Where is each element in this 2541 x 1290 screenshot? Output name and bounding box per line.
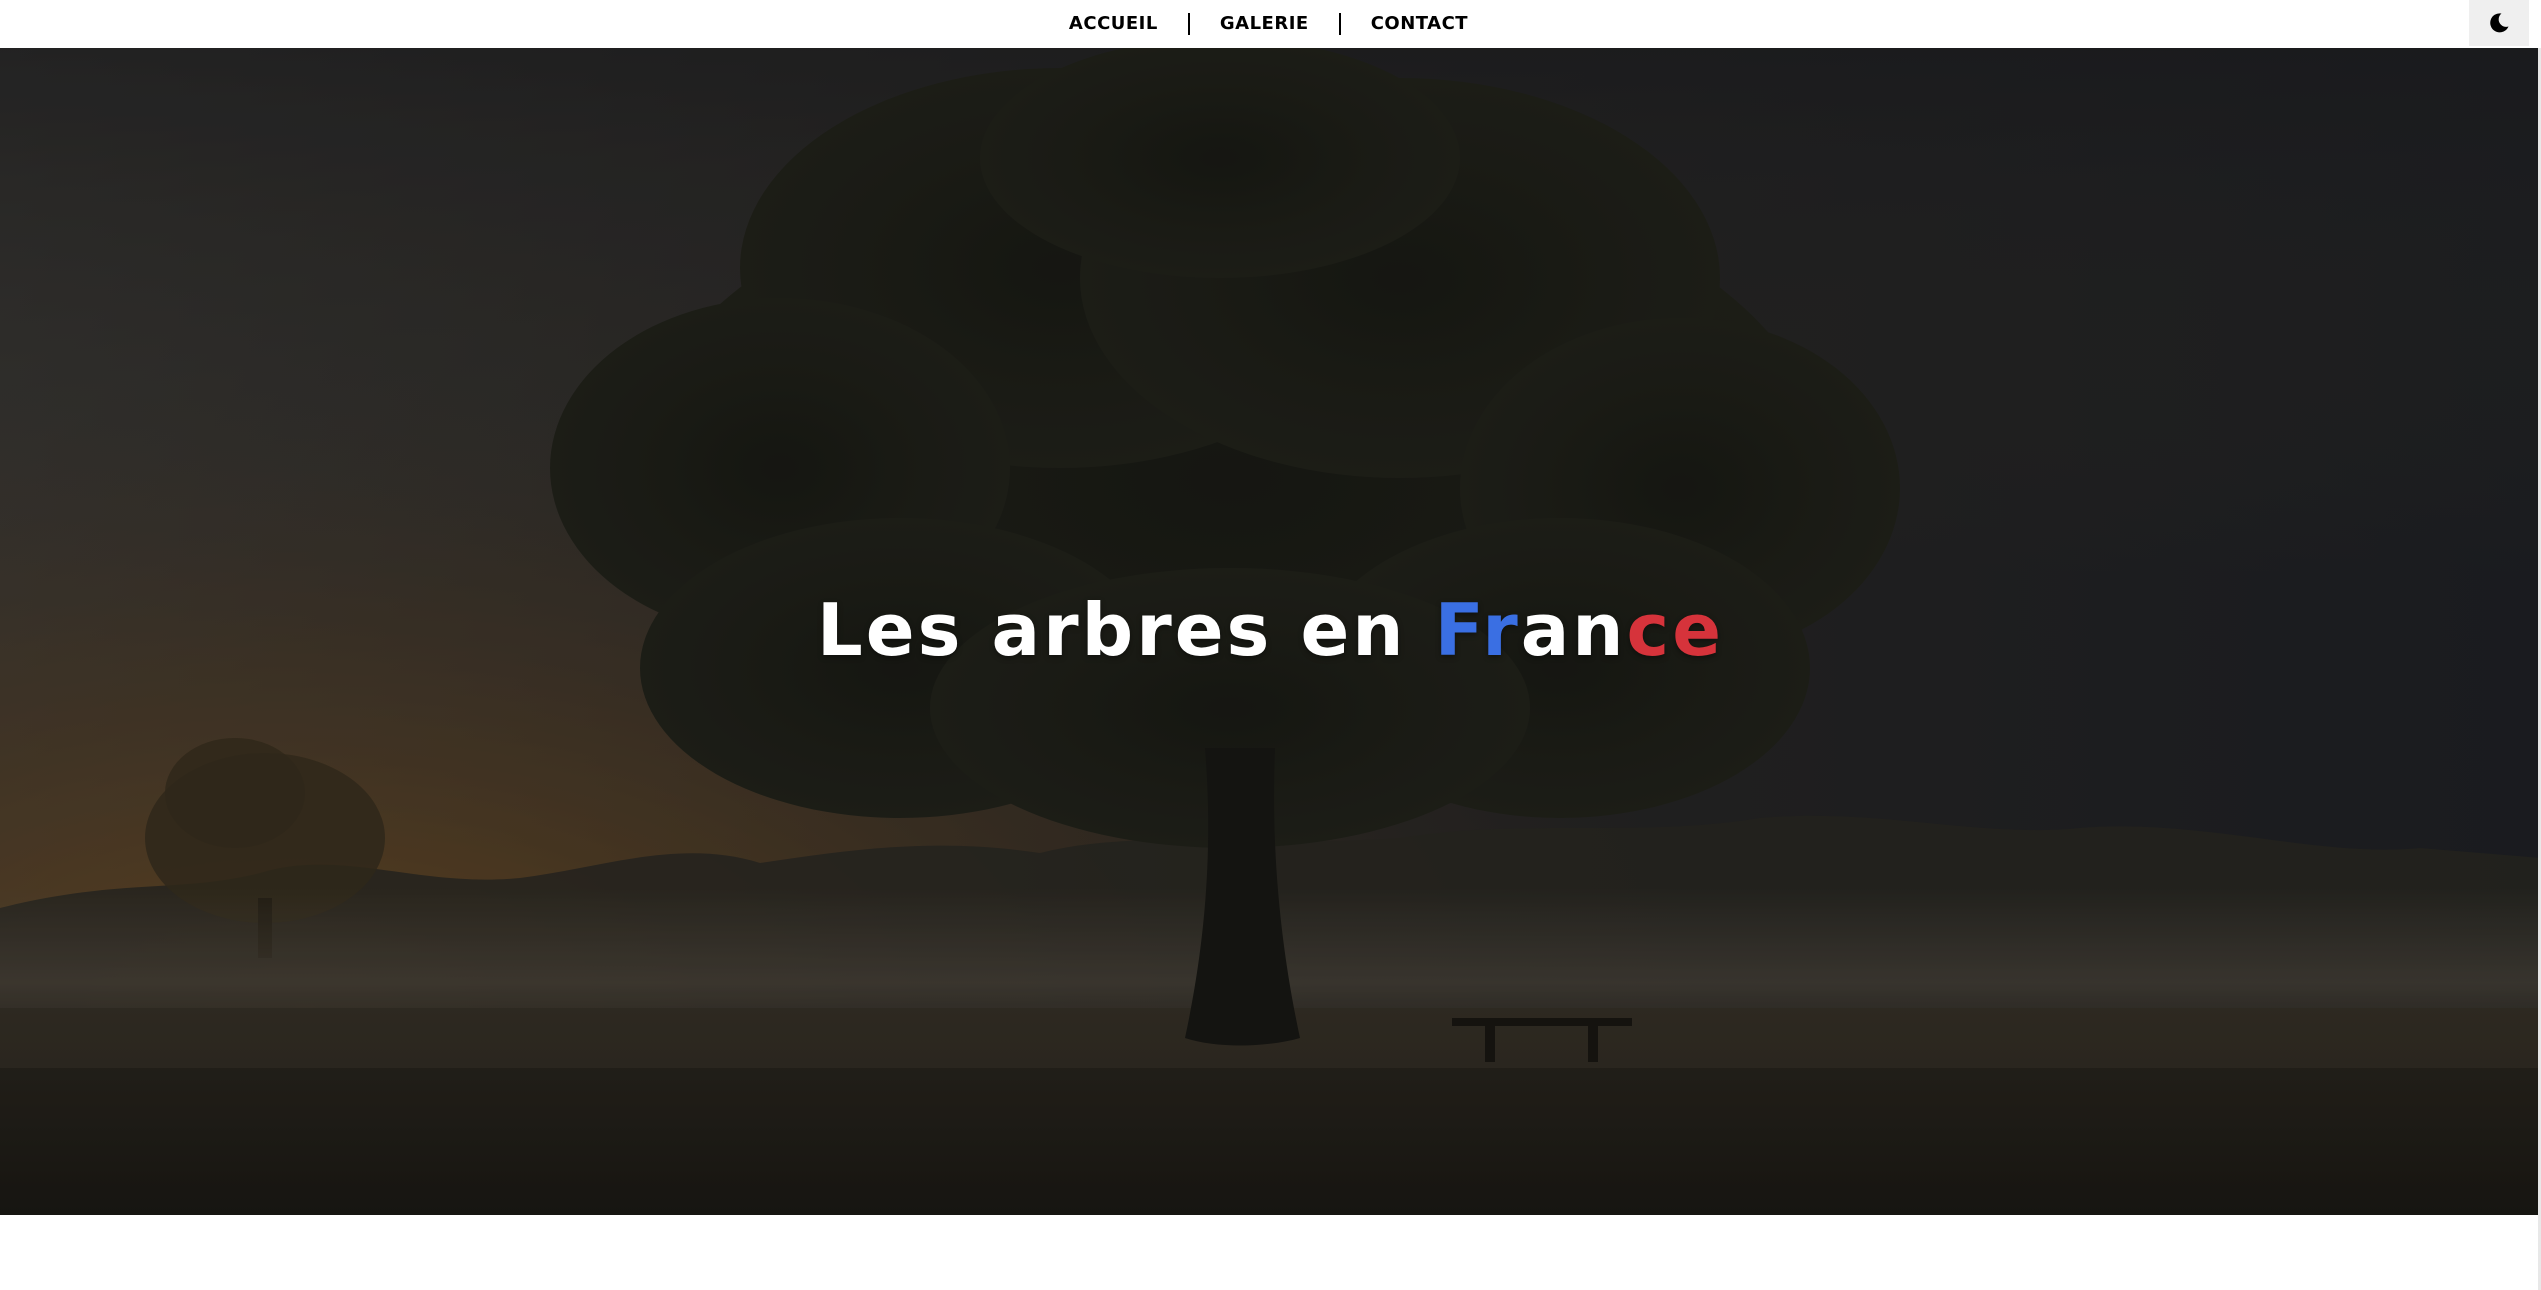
hero-title-blue-part: Fr: [1434, 588, 1521, 672]
main-nav: ACCUEIL GALERIE CONTACT: [1039, 0, 1498, 48]
hero-title: Les arbres en France: [0, 588, 2541, 672]
top-navbar: ACCUEIL GALERIE CONTACT: [0, 0, 2541, 48]
nav-link-galerie[interactable]: GALERIE: [1190, 0, 1339, 48]
moon-icon: [2487, 11, 2511, 35]
hero-title-prefix: Les arbres en: [816, 588, 1435, 672]
hero-banner: Les arbres en France: [0, 48, 2541, 1215]
nav-link-accueil[interactable]: ACCUEIL: [1039, 0, 1188, 48]
hero-title-red-part: ce: [1626, 588, 1725, 672]
hero-title-white-part: an: [1520, 588, 1627, 672]
nav-link-contact[interactable]: CONTACT: [1341, 0, 1498, 48]
dark-mode-toggle-button[interactable]: [2469, 0, 2529, 46]
